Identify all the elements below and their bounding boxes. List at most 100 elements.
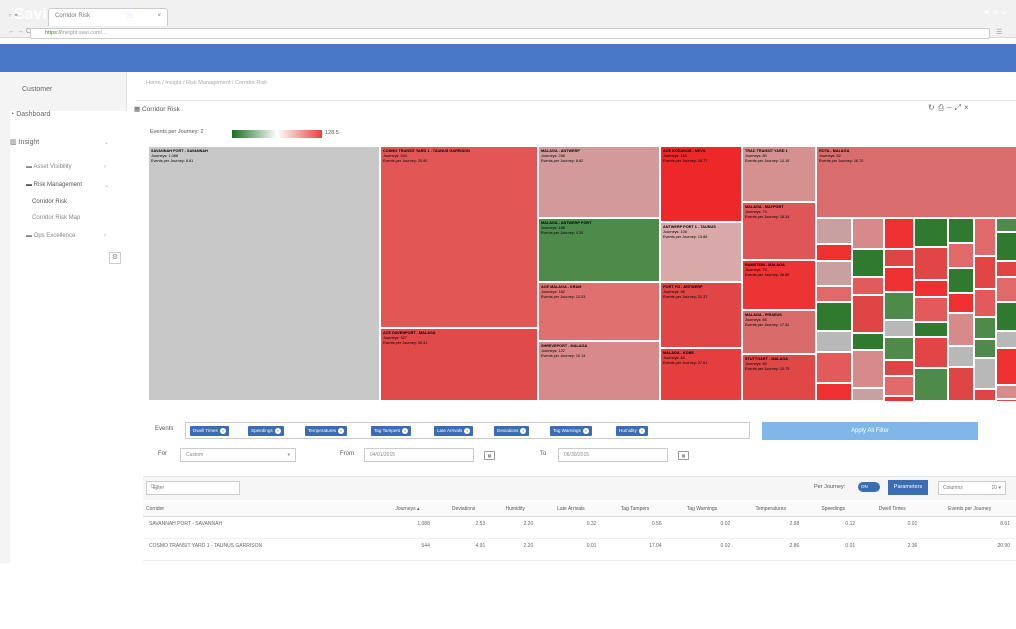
per-journey-toggle[interactable]: ON [858, 482, 880, 492]
treemap-cell-small[interactable] [914, 337, 948, 368]
treemap-cell-small[interactable] [852, 333, 884, 350]
column-header[interactable]: Events per Journey [923, 502, 1016, 517]
treemap-cell-small[interactable] [816, 218, 852, 244]
treemap-cell-small[interactable] [948, 367, 974, 401]
treemap-cell-small[interactable] [884, 292, 914, 320]
treemap-cell-small[interactable] [974, 389, 996, 401]
treemap-cell-small[interactable] [852, 295, 884, 333]
expand-icon[interactable]: ⤢ [955, 103, 964, 112]
treemap-cell-small[interactable] [948, 293, 974, 313]
remove-chip-icon[interactable]: × [338, 428, 345, 434]
remove-chip-icon[interactable]: × [582, 428, 589, 434]
chevron-down-icon[interactable]: ⌄ [104, 139, 109, 146]
treemap-cell-small[interactable] [852, 218, 884, 249]
from-date-input[interactable]: 04/01/2015 [364, 448, 474, 462]
remove-chip-icon[interactable]: × [520, 428, 527, 434]
treemap-cell-small[interactable] [948, 313, 974, 346]
logout-icon[interactable]: ⇥ [1000, 10, 1006, 17]
treemap-cell-small[interactable] [914, 297, 948, 322]
treemap-cell-small[interactable] [948, 243, 974, 268]
treemap-cell-small[interactable] [816, 383, 852, 401]
treemap-cell-small[interactable] [914, 322, 948, 337]
panel-tools[interactable]: ↻⎙–⤢× [928, 103, 972, 113]
refresh-icon[interactable]: ↻ [928, 103, 938, 112]
column-header[interactable]: Humidity [491, 502, 540, 517]
table-row[interactable]: COSMO TRANSIT YARD 1 - TAUNUS GARRISON 54… [143, 538, 1016, 561]
treemap-cell[interactable]: ACE KODAKOS - NEVIL Journeys: 118 Events p… [660, 146, 742, 222]
treemap-cell[interactable]: RAMSTEIN - MALAGA Journeys: 70 Events per … [742, 260, 816, 310]
browser-tab[interactable]: Corridor Risk × [48, 8, 168, 26]
to-date-input[interactable]: 06/30/2015 [558, 448, 668, 462]
treemap-cell-small[interactable] [884, 360, 914, 376]
collapse-sidebar-icon[interactable]: ⚙ [109, 252, 121, 264]
treemap-cell-small[interactable] [852, 277, 884, 295]
treemap-cell-small[interactable] [914, 218, 948, 247]
filter-chip[interactable]: Speedings × [248, 426, 284, 436]
treemap-cell-small[interactable] [996, 399, 1016, 401]
sidebar-item-risk-management[interactable]: ▬ Risk Management [26, 182, 82, 188]
filter-chip[interactable]: Deviations × [494, 426, 530, 436]
treemap-cell-small[interactable] [816, 331, 852, 352]
treemap-cell-small[interactable] [914, 368, 948, 401]
treemap-cell[interactable]: COSMO TRANSIT YARD 1 - TAUNUS GARRISON Jo… [380, 146, 538, 328]
apply-filter-button[interactable]: Apply All Filter [762, 422, 978, 440]
event-filter-chips[interactable]: Dwell Times × Speedings × Temperatures × Tag T… [185, 422, 750, 439]
sidebar-item-corridor-risk-map[interactable]: Corridor Risk Map [32, 215, 80, 221]
nav-arrows-icon[interactable]: ← → C [8, 28, 31, 35]
treemap-cell-small[interactable] [996, 277, 1016, 302]
treemap-cell-small[interactable] [996, 331, 1016, 348]
treemap-cell-small[interactable] [852, 350, 884, 388]
print-icon[interactable]: ⎙ [938, 103, 947, 112]
column-header[interactable]: Late Arrivals [539, 502, 603, 517]
treemap-cell-small[interactable] [816, 261, 852, 286]
treemap-cell-small[interactable] [948, 268, 974, 293]
remove-chip-icon[interactable]: × [464, 428, 471, 434]
column-header[interactable]: Speedings [805, 502, 862, 517]
filter-chip[interactable]: Tag Tampers × [371, 426, 412, 436]
treemap-cell[interactable]: MALAGA - KOBE Journeys: 84 Events per Jour… [660, 348, 742, 401]
treemap-cell[interactable]: ACE DAVENPORT - MALAGA Journeys: 327 Event… [380, 328, 538, 401]
period-select[interactable]: Custom ▾ [180, 448, 296, 462]
treemap-cell-small[interactable] [914, 280, 948, 297]
column-header[interactable]: Tag Warnings [667, 502, 737, 517]
treemap-cell-small[interactable] [884, 249, 914, 267]
treemap-cell-small[interactable] [816, 302, 852, 331]
brand-logo[interactable]: ≡Savi [8, 6, 47, 24]
treemap-cell-small[interactable] [914, 247, 948, 280]
table-search-input[interactable] [146, 481, 240, 495]
treemap-cell[interactable]: SHREVEPORT - MALAGA Journeys: 122 Events p… [538, 341, 660, 401]
chevron-right-icon[interactable]: › [104, 233, 106, 239]
chevron-right-icon[interactable]: › [104, 164, 106, 170]
calendar-icon[interactable]: ▦ [678, 451, 689, 460]
treemap-cell-small[interactable] [852, 249, 884, 277]
treemap-cell-small[interactable] [884, 337, 914, 360]
chevron-down-icon[interactable]: ⌄ [104, 182, 109, 189]
treemap-cell[interactable]: MALAGA - ANTWERP PORT Journeys: 188 Events… [538, 218, 660, 282]
column-header[interactable]: Journeys ▴ [378, 502, 436, 517]
sidebar-item-asset-visibility[interactable]: ▬ Asset Visibility [26, 164, 72, 170]
settings-icon[interactable]: ⚙ [992, 10, 998, 17]
parameters-button[interactable]: Parameters [888, 480, 928, 495]
address-bar[interactable]: https://insight.savi.com/... [30, 28, 990, 39]
table-row[interactable]: SAVANNAH PORT - SAVANNAH 1,088 2.53 2.20 0.3… [143, 516, 1016, 539]
treemap-cell-small[interactable] [996, 232, 1016, 261]
column-header[interactable]: Tag Tampers [602, 502, 668, 517]
filter-chip[interactable]: Dwell Times × [190, 426, 229, 436]
treemap-cell[interactable]: MALAGA - MAYPORT Journeys: 74 Events per J… [742, 202, 816, 260]
treemap-cell-small[interactable] [884, 396, 914, 401]
remove-chip-icon[interactable]: × [402, 428, 409, 434]
column-header[interactable]: Deviations [435, 502, 492, 517]
treemap[interactable]: SAVANNAH PORT - SAVANNAH Journeys: 1,088 E… [148, 146, 1016, 401]
sidebar-item-corridor-risk[interactable]: Corridor Risk [32, 199, 67, 205]
treemap-cell-small[interactable] [948, 346, 974, 367]
treemap-cell-small[interactable] [974, 256, 996, 289]
remove-chip-icon[interactable]: × [274, 428, 281, 434]
treemap-cell-small[interactable] [974, 358, 996, 389]
calendar-icon[interactable]: ▦ [484, 451, 495, 460]
treemap-cell-small[interactable] [884, 320, 914, 337]
filter-chip[interactable]: Temperatures × [305, 426, 348, 436]
treemap-cell[interactable]: MALAGA - PIRAEUS Journeys: 66 Events per J… [742, 310, 816, 354]
filter-chip[interactable]: Humidity × [616, 426, 648, 436]
column-header[interactable]: Dwell Times [861, 502, 924, 517]
treemap-cell-small[interactable] [884, 218, 914, 249]
